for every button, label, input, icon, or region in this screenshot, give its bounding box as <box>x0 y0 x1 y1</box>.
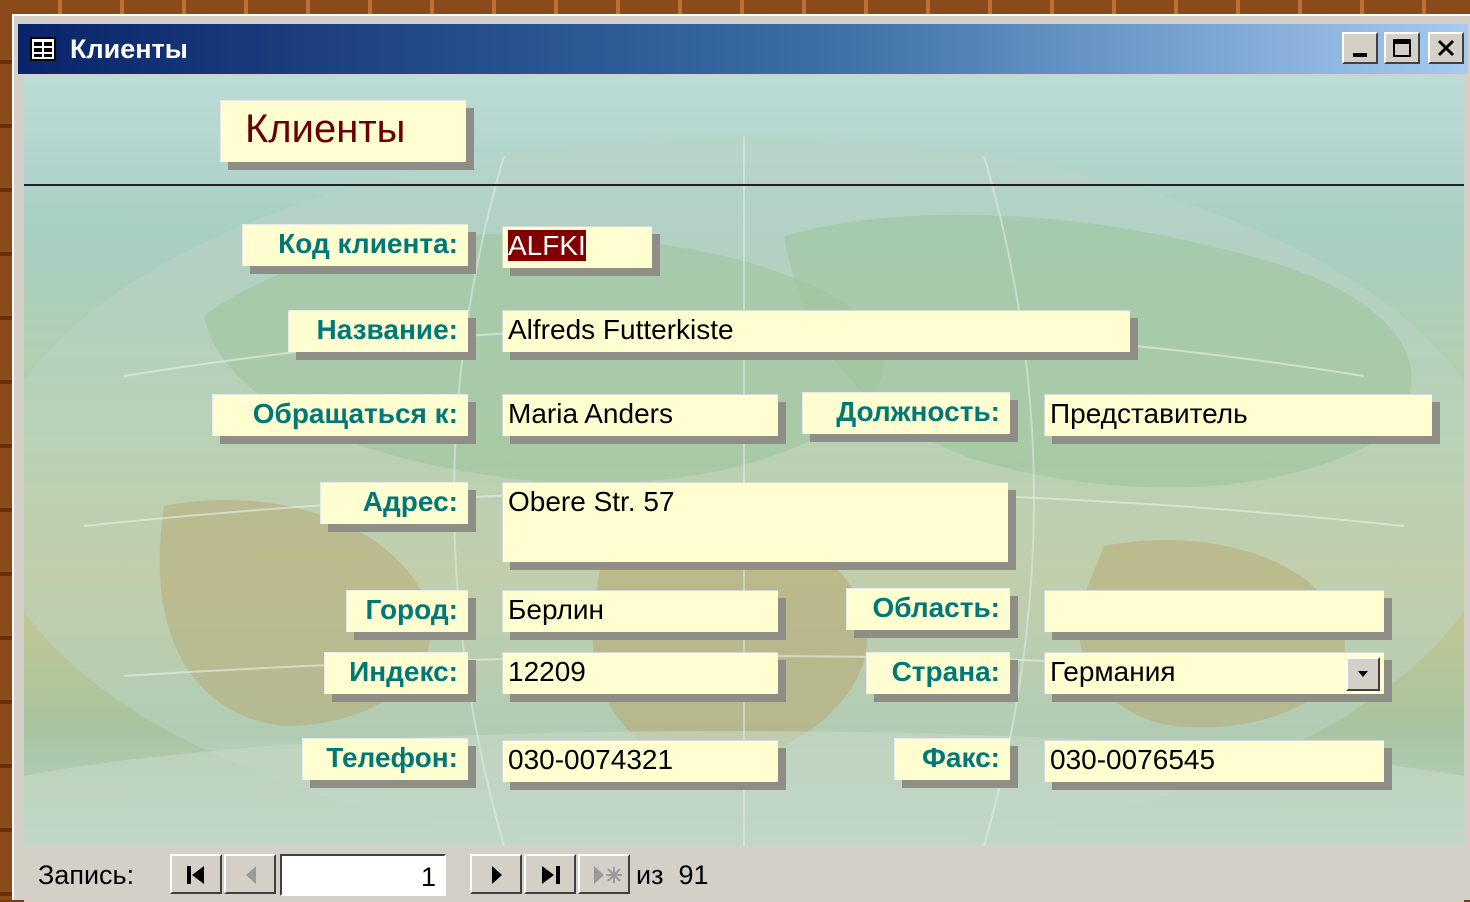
form-heading: Клиенты <box>245 107 406 151</box>
title-bar[interactable]: Клиенты <box>18 24 1468 74</box>
minimize-icon <box>1353 53 1367 57</box>
header-divider <box>24 184 1464 186</box>
record-total: из 91 <box>636 860 709 891</box>
country-label: Страна: <box>866 652 1010 694</box>
maximize-button[interactable] <box>1384 32 1420 64</box>
world-map-background <box>24 136 1464 846</box>
next-record-button[interactable] <box>470 854 522 894</box>
form-icon <box>30 37 56 61</box>
minimize-button[interactable] <box>1342 32 1378 64</box>
address-label: Адрес: <box>320 482 468 524</box>
close-icon <box>1437 39 1455 57</box>
contact-name-field[interactable]: Maria Anders <box>502 394 778 436</box>
background-strip-top <box>0 0 1470 14</box>
contact-name-label: Обращаться к: <box>212 394 468 436</box>
form-detail-area: Клиенты Код клиента: ALFKI Название: Alf… <box>24 76 1464 846</box>
customer-id-label: Код клиента: <box>242 224 468 266</box>
city-field[interactable]: Берлин <box>502 590 778 632</box>
address-field[interactable]: Obere Str. 57 <box>502 482 1008 562</box>
contact-title-field[interactable]: Представитель <box>1044 394 1432 436</box>
of-label: из <box>636 860 664 890</box>
total-records: 91 <box>678 860 709 890</box>
customer-id-value: ALFKI <box>508 230 586 261</box>
last-record-icon <box>542 866 560 884</box>
form-heading-box: Клиенты <box>220 100 466 162</box>
new-record-button[interactable] <box>578 854 630 894</box>
city-label: Город: <box>346 590 468 632</box>
record-label: Запись: <box>38 860 135 890</box>
fax-label: Факс: <box>894 738 1010 780</box>
next-record-icon <box>492 866 502 884</box>
record-navigation-bar: Запись: 1 из 91 <box>24 848 1464 902</box>
country-value: Германия <box>1050 656 1176 687</box>
first-record-button[interactable] <box>170 854 222 894</box>
form-window: Клиенты Клиенты Код клиента: ALFKI Назва… <box>12 14 1470 902</box>
previous-record-icon <box>246 866 256 884</box>
new-record-icon <box>594 866 622 884</box>
phone-label: Телефон: <box>302 738 468 780</box>
previous-record-button[interactable] <box>224 854 276 894</box>
postal-code-label: Индекс: <box>324 652 468 694</box>
window-title: Клиенты <box>70 34 188 64</box>
first-record-icon <box>187 866 204 884</box>
company-name-label: Название: <box>288 310 468 352</box>
close-button[interactable] <box>1428 32 1464 64</box>
contact-title-label: Должность: <box>802 392 1010 434</box>
fax-field[interactable]: 030-0076545 <box>1044 740 1384 782</box>
maximize-icon <box>1393 39 1411 57</box>
last-record-button[interactable] <box>524 854 576 894</box>
region-label: Область: <box>846 588 1010 630</box>
postal-code-field[interactable]: 12209 <box>502 652 778 694</box>
country-combobox[interactable]: Германия <box>1044 652 1384 694</box>
customer-id-field[interactable]: ALFKI <box>502 226 652 268</box>
company-name-field[interactable]: Alfreds Futterkiste <box>502 310 1130 352</box>
region-field[interactable] <box>1044 590 1384 632</box>
phone-field[interactable]: 030-0074321 <box>502 740 778 782</box>
country-dropdown-button[interactable] <box>1346 657 1380 691</box>
dropdown-arrow-icon <box>1358 671 1368 677</box>
background-strip-left <box>0 0 12 900</box>
current-record-input[interactable]: 1 <box>280 854 446 896</box>
